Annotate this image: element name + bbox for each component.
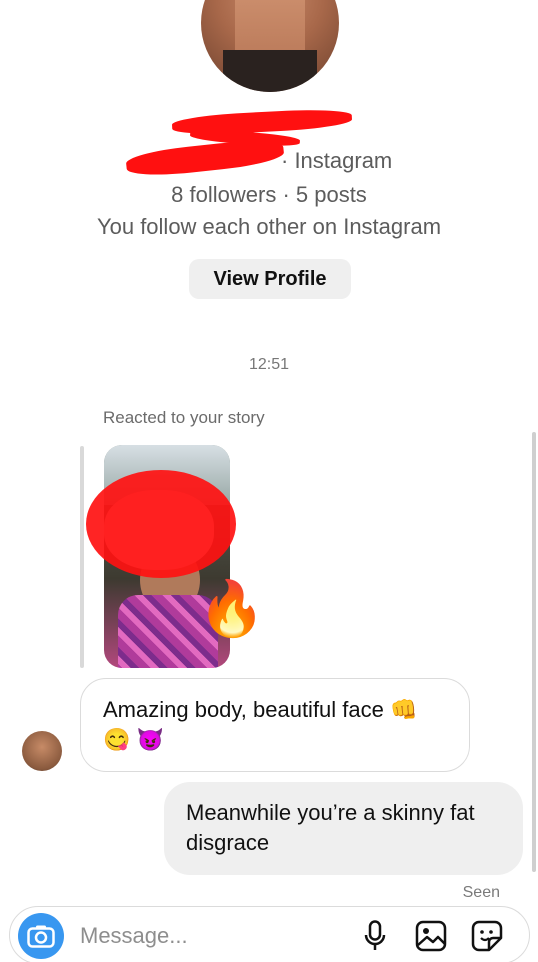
mutual-follow-text: You follow each other on Instagram [96,214,442,239]
scroll-indicator[interactable] [532,432,536,872]
redaction-scribble [104,490,214,570]
story-reply-bar [80,446,84,668]
sticker-button[interactable] [470,919,504,953]
avatar-shorts-graphic [223,50,317,92]
gallery-icon [415,920,447,952]
message-bubble-incoming[interactable]: Amazing body, beautiful face 👊 😋 😈 [80,678,470,772]
profile-platform-suffix: · Instagram [281,148,393,173]
sender-avatar[interactable] [22,731,62,771]
seen-status: Seen [462,884,500,901]
sticker-icon [471,920,503,952]
message-composer [9,906,530,962]
fire-reaction-icon: 🔥 [198,579,266,639]
message-timestamp: 12:51 [248,356,290,373]
story-reaction-caption: Reacted to your story [103,408,265,427]
camera-icon [27,925,55,948]
profile-avatar[interactable] [201,0,339,92]
message-bubble-outgoing[interactable]: Meanwhile you’re a skinny fat disgrace [164,782,523,875]
microphone-button[interactable] [358,919,392,953]
profile-stats: 8 followers · 5 posts [171,182,367,207]
camera-button[interactable] [18,913,64,959]
microphone-icon [364,920,386,950]
message-input[interactable] [80,919,320,953]
message-text: Meanwhile you’re a skinny fat disgrace [186,800,475,855]
redaction-mark [125,136,285,180]
gallery-button[interactable] [414,919,448,953]
message-text: Amazing body, beautiful face 👊 😋 😈 [103,697,418,752]
view-profile-button[interactable]: View Profile [189,259,351,299]
